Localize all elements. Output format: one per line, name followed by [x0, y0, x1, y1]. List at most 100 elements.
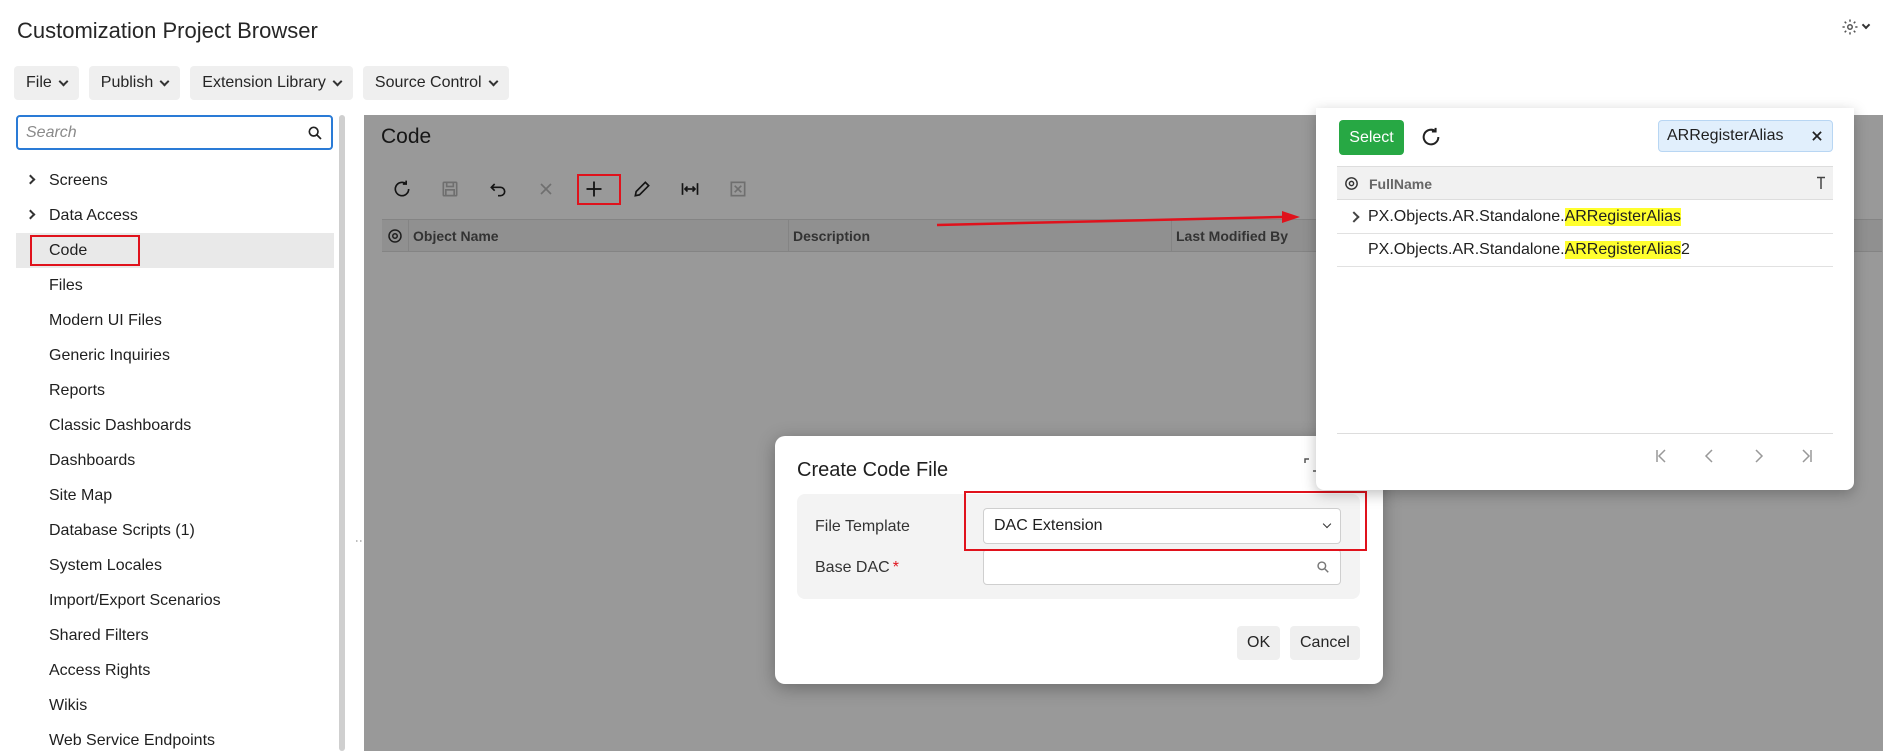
tree-item-site-map[interactable]: Site Map	[16, 478, 334, 513]
tree-item-reports[interactable]: Reports	[16, 373, 334, 408]
column-header-fullname[interactable]: FullName	[1369, 176, 1432, 192]
base-dac-field[interactable]	[983, 549, 1341, 585]
customization-project-browser: Customization Project Browser File Publi…	[0, 0, 1883, 751]
tree-item-code[interactable]: Code	[16, 233, 334, 268]
tree-item-label: Files	[49, 276, 83, 294]
search-input[interactable]	[26, 123, 307, 142]
tree-item-classic-dashboards[interactable]: Classic Dashboards	[16, 408, 334, 443]
search-icon[interactable]	[307, 125, 323, 141]
chevron-down-icon	[58, 76, 69, 86]
search-icon[interactable]	[1316, 560, 1330, 574]
file-menu-label: File	[26, 74, 52, 91]
tree-item-screens[interactable]: Screens	[16, 163, 334, 198]
gear-icon[interactable]	[1343, 175, 1360, 192]
first-page-button[interactable]	[1648, 442, 1676, 470]
tree-item-dashboards[interactable]: Dashboards	[16, 443, 334, 478]
tree-item-database-scripts[interactable]: Database Scripts (1)	[16, 513, 334, 548]
tree-item-label: System Locales	[49, 556, 162, 574]
publish-menu[interactable]: Publish	[88, 66, 181, 100]
tree-item-label: Wikis	[49, 696, 88, 714]
tree-item-label: Screens	[49, 171, 108, 189]
tree-item-generic-inquiries[interactable]: Generic Inquiries	[16, 338, 334, 373]
extension-library-menu[interactable]: Extension Library	[190, 66, 353, 100]
ok-button[interactable]: OK	[1237, 626, 1281, 660]
lookup-search-field[interactable]: ARRegisterAlias	[1658, 120, 1833, 152]
dialog-form: File Template DAC Extension Base DAC *	[797, 494, 1360, 599]
create-code-file-dialog: Create Code File File Template DAC Exten…	[775, 436, 1383, 684]
file-menu[interactable]: File	[14, 66, 79, 100]
lookup-footer-divider	[1337, 433, 1833, 434]
next-page-button[interactable]	[1744, 442, 1772, 470]
row-match-highlight: ARRegisterAlias	[1564, 208, 1682, 226]
previous-page-button[interactable]	[1696, 442, 1724, 470]
chevron-down-icon	[159, 76, 170, 86]
chevron-down-icon	[488, 76, 499, 86]
tree-item-label: Web Service Endpoints	[49, 731, 216, 749]
refresh-icon[interactable]	[1420, 126, 1442, 148]
chevron-left-icon	[1704, 449, 1713, 463]
tree-item-system-locales[interactable]: System Locales	[16, 548, 334, 583]
chevron-right-icon	[1755, 449, 1764, 463]
tree-item-label: Database Scripts (1)	[49, 521, 195, 539]
tree-item-wikis[interactable]: Wikis	[16, 688, 334, 723]
file-template-label: File Template	[815, 518, 910, 535]
publish-menu-label: Publish	[100, 74, 154, 91]
tree-item-label: Access Rights	[49, 661, 151, 679]
tree-item-label: Classic Dashboards	[49, 416, 192, 434]
tree-item-label: Code	[49, 241, 88, 259]
tree-item-import-export-scenarios[interactable]: Import/Export Scenarios	[16, 583, 334, 618]
sidebar-scrollbar[interactable]	[339, 115, 345, 751]
tree-item-access-rights[interactable]: Access Rights	[16, 653, 334, 688]
lookup-grid-header: FullName	[1337, 166, 1833, 200]
tree-item-label: Reports	[49, 381, 106, 399]
tree-item-label: Import/Export Scenarios	[49, 591, 221, 609]
last-page-icon	[1802, 449, 1812, 463]
last-page-button[interactable]	[1792, 442, 1820, 470]
settings-menu[interactable]	[1841, 18, 1871, 36]
menu-bar: File Publish Extension Library Source Co…	[14, 66, 509, 100]
tree-item-shared-filters[interactable]: Shared Filters	[16, 618, 334, 653]
chevron-right-icon[interactable]	[25, 174, 36, 185]
file-template-select[interactable]: DAC Extension	[983, 508, 1341, 544]
row-prefix: PX.Objects.AR.Standalone.	[1368, 241, 1565, 258]
file-template-value: DAC Extension	[994, 517, 1103, 534]
row-prefix: PX.Objects.AR.Standalone.	[1368, 208, 1565, 225]
chevron-down-icon	[1322, 519, 1332, 529]
cancel-button[interactable]: Cancel	[1290, 626, 1360, 660]
lookup-search-value: ARRegisterAlias	[1667, 127, 1784, 144]
splitter-handle[interactable]: ⋮	[352, 115, 368, 751]
tree-item-web-service-endpoints[interactable]: Web Service Endpoints	[16, 723, 334, 751]
lookup-row[interactable]: PX.Objects.AR.Standalone. ARRegisterAlias…	[1337, 234, 1833, 267]
dialog-title: Create Code File	[797, 459, 949, 481]
chevron-down-icon	[332, 76, 343, 86]
app-title: Customization Project Browser	[17, 18, 318, 43]
tree-item-files[interactable]: Files	[16, 268, 334, 303]
base-dac-lookup-panel: Select ARRegisterAlias FullName PX.Objec…	[1316, 108, 1854, 490]
extension-library-menu-label: Extension Library	[202, 74, 326, 91]
source-control-menu[interactable]: Source Control	[362, 66, 509, 100]
chevron-right-icon[interactable]	[1348, 211, 1360, 223]
gear-icon	[1842, 19, 1858, 35]
project-tree: Screens Data Access Code Files Modern UI…	[16, 163, 334, 751]
chevron-down-icon	[1861, 20, 1871, 30]
first-page-icon	[1656, 449, 1666, 463]
tree-item-data-access[interactable]: Data Access	[16, 198, 334, 233]
sort-ascending-icon[interactable]	[1815, 176, 1827, 190]
required-marker: *	[892, 559, 899, 576]
tree-item-label: Dashboards	[49, 451, 136, 469]
close-icon[interactable]	[1810, 129, 1824, 143]
lookup-row[interactable]: PX.Objects.AR.Standalone. ARRegisterAlias	[1337, 201, 1833, 234]
sidebar-search	[16, 115, 333, 150]
tree-item-label: Generic Inquiries	[49, 346, 170, 364]
row-match-highlight: ARRegisterAlias	[1564, 241, 1682, 259]
tree-item-label: Shared Filters	[49, 626, 149, 644]
tree-item-label: Site Map	[49, 486, 113, 504]
row-suffix: 2	[1681, 241, 1690, 258]
select-button[interactable]: Select	[1339, 120, 1404, 155]
tree-item-label: Modern UI Files	[49, 311, 162, 329]
tree-item-label: Data Access	[49, 206, 138, 224]
base-dac-label: Base DAC *	[815, 559, 899, 577]
chevron-right-icon[interactable]	[25, 209, 36, 220]
base-dac-label-text: Base DAC	[815, 559, 890, 576]
tree-item-modern-ui-files[interactable]: Modern UI Files	[16, 303, 334, 338]
